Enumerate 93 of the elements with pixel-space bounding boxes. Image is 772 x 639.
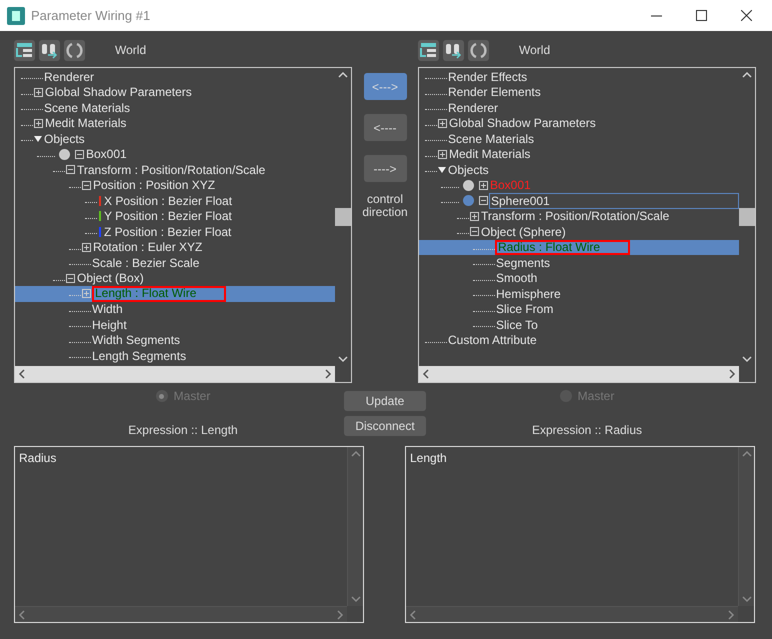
tree-item[interactable]: Transform : Position/Rotation/Scale <box>480 209 670 224</box>
tree-item[interactable]: Medit Materials <box>44 116 128 130</box>
expand-icon[interactable] <box>82 242 91 252</box>
coordinate-space-label: World <box>115 42 146 59</box>
tree-item[interactable]: Position : Position XYZ <box>92 178 216 192</box>
master-radio[interactable] <box>156 390 168 402</box>
direction-button[interactable]: <---- <box>364 114 406 141</box>
collapse-triangle-icon[interactable] <box>438 166 446 173</box>
tree-item[interactable]: Objects <box>447 162 490 177</box>
app-icon <box>7 6 25 24</box>
scroll-left-icon[interactable] <box>18 369 26 379</box>
tree-item[interactable]: Slice From <box>495 302 554 316</box>
hierarchy-list-button[interactable] <box>14 40 35 60</box>
window-title: Parameter Wiring #1 <box>31 6 150 25</box>
scroll-right-icon[interactable] <box>727 610 735 620</box>
expand-icon[interactable] <box>479 180 488 190</box>
expand-icon[interactable] <box>438 150 447 159</box>
tree-item[interactable]: Global Shadow Parameters <box>448 116 597 130</box>
horizontal-scrollbar[interactable] <box>406 606 738 622</box>
tree-item[interactable]: Sphere001 <box>489 192 739 209</box>
expression-label: Expression :: Radius <box>530 422 644 439</box>
tree-item[interactable]: Object (Box) <box>76 271 145 286</box>
direction-caption: control direction <box>361 193 409 219</box>
collapse-icon[interactable] <box>470 227 479 236</box>
tree-item[interactable]: Render Effects <box>447 70 528 84</box>
direction-button[interactable]: ----> <box>364 155 406 182</box>
tree-item[interactable]: Slice To <box>495 318 539 332</box>
expression-field[interactable]: Length <box>405 446 755 623</box>
scroll-up-icon[interactable] <box>338 71 348 79</box>
refresh-button[interactable] <box>468 40 489 60</box>
tree-item[interactable]: Rotation : Euler XYZ <box>92 240 204 254</box>
tree-item[interactable]: Global Shadow Parameters <box>44 85 193 100</box>
scroll-down-icon[interactable] <box>742 355 752 363</box>
tree-item[interactable]: Scene Materials <box>43 100 132 115</box>
tree-item[interactable]: Hemisphere <box>495 286 562 301</box>
tree-item[interactable]: Width Segments <box>91 333 182 348</box>
expression-label: Expression :: Length <box>127 422 239 439</box>
hierarchy-list-button[interactable] <box>418 40 439 60</box>
scroll-down-icon[interactable] <box>742 595 752 603</box>
horizontal-scrollbar[interactable] <box>15 366 335 382</box>
tree-item[interactable]: Y Position : Bezier Float <box>103 209 233 224</box>
tree-item[interactable]: Smooth <box>495 271 538 286</box>
scrollbar-thumb[interactable] <box>335 208 351 226</box>
vertical-scrollbar[interactable] <box>347 447 363 606</box>
collapse-icon[interactable] <box>66 165 75 174</box>
close-icon[interactable] <box>741 10 752 21</box>
tree-item[interactable]: Z Position : Bezier Float <box>103 224 232 239</box>
action-button[interactable]: Update <box>344 391 426 411</box>
scroll-left-icon[interactable] <box>18 610 26 620</box>
tree-item[interactable]: X Position : Bezier Float <box>103 194 234 208</box>
tree-item[interactable]: Object (Sphere) <box>480 224 567 239</box>
scroll-right-icon[interactable] <box>324 369 332 379</box>
scroll-right-icon[interactable] <box>728 369 736 379</box>
tree-item[interactable]: Segments <box>495 256 552 270</box>
refresh-button[interactable] <box>64 40 85 60</box>
tree-item[interactable]: Custom Attribute <box>447 333 538 348</box>
tree-item[interactable]: Renderer <box>43 70 96 84</box>
tree-item[interactable]: Scale : Bezier Scale <box>91 256 200 270</box>
scroll-up-icon[interactable] <box>350 450 360 458</box>
collapse-icon[interactable] <box>82 180 91 190</box>
collapse-icon[interactable] <box>479 196 488 206</box>
expand-icon[interactable] <box>34 88 43 97</box>
tree-item[interactable]: Width <box>91 302 124 316</box>
coordinate-space-label: World <box>519 42 550 59</box>
scroll-up-icon[interactable] <box>742 450 752 458</box>
scrollbar-thumb[interactable] <box>739 208 755 226</box>
tree-item[interactable]: Render Elements <box>447 85 542 100</box>
tree-item[interactable]: Height <box>91 318 128 332</box>
tree-item[interactable]: Scene Materials <box>447 132 536 146</box>
action-button[interactable]: Disconnect <box>344 416 426 436</box>
collapse-icon[interactable] <box>75 150 84 159</box>
scroll-down-icon[interactable] <box>338 355 348 363</box>
tree-item[interactable]: Objects <box>43 132 86 146</box>
maximize-icon[interactable] <box>696 10 707 21</box>
collapse-triangle-icon[interactable] <box>34 136 42 142</box>
collapse-icon[interactable] <box>66 274 75 283</box>
expression-field[interactable]: Radius <box>14 446 364 623</box>
tree-item[interactable]: Box001 <box>85 147 128 162</box>
tree-item[interactable]: Transform : Position/Rotation/Scale <box>76 162 266 177</box>
scroll-right-icon[interactable] <box>336 610 344 620</box>
tree-item[interactable]: Medit Materials <box>448 147 532 162</box>
scroll-down-icon[interactable] <box>350 595 360 603</box>
expand-icon[interactable] <box>438 118 447 128</box>
tree-item[interactable]: Renderer <box>447 100 500 115</box>
tree-item[interactable]: Length Segments <box>91 348 188 363</box>
horizontal-scrollbar[interactable] <box>15 606 347 622</box>
horizontal-scrollbar[interactable] <box>419 366 739 382</box>
scroll-left-icon[interactable] <box>422 369 430 379</box>
expand-icon[interactable] <box>34 118 43 128</box>
scroll-up-icon[interactable] <box>742 71 752 79</box>
vertical-scrollbar[interactable] <box>738 447 754 606</box>
scroll-left-icon[interactable] <box>409 610 417 620</box>
expand-icon[interactable] <box>470 212 479 221</box>
